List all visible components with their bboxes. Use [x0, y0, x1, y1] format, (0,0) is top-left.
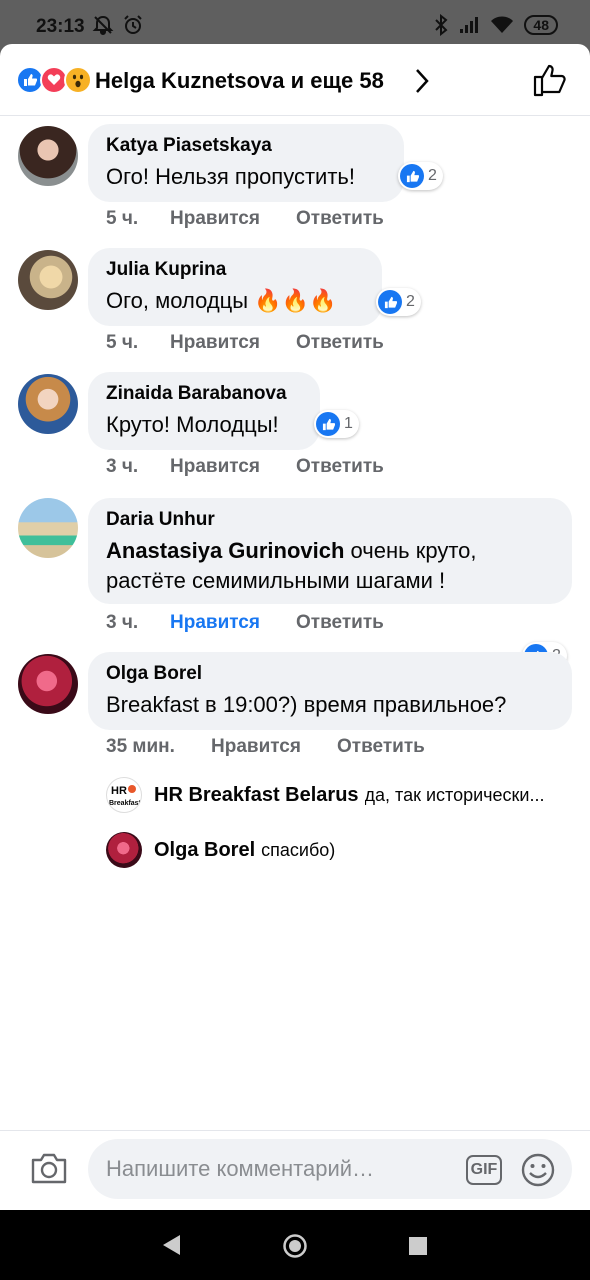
- comment-bubble[interactable]: Daria Unhur Anastasiya Gurinovich очень …: [88, 498, 572, 604]
- chevron-right-icon[interactable]: [412, 66, 432, 96]
- emoji-icon[interactable]: [520, 1152, 556, 1188]
- signal-icon: [460, 17, 479, 33]
- comment-author[interactable]: Zinaida Barabanova: [106, 382, 302, 406]
- comment-author[interactable]: Julia Kuprina: [106, 258, 364, 282]
- comment-text: Круто! Молодцы!: [106, 412, 279, 437]
- reply-author[interactable]: HR Breakfast Belarus: [154, 784, 359, 807]
- home-icon[interactable]: [282, 1233, 308, 1259]
- system-icons: 48: [434, 14, 558, 36]
- comment-bubble[interactable]: Katya Piasetskaya Ого! Нельзя пропустить…: [88, 124, 404, 202]
- hr-breakfast-logo: HR Breakfast: [109, 785, 141, 807]
- status-time: 23:13: [36, 16, 85, 37]
- comment-bubble[interactable]: Olga Borel Breakfast в 19:00?) время пра…: [88, 652, 572, 730]
- reaction-icons: [16, 66, 92, 94]
- comment-bubble[interactable]: Zinaida Barabanova Круто! Молодцы!: [88, 372, 320, 450]
- comment-author[interactable]: Olga Borel: [106, 662, 554, 686]
- avatar[interactable]: [18, 654, 78, 714]
- recents-icon[interactable]: [408, 1236, 428, 1256]
- bell-off-icon: [92, 15, 114, 35]
- comment-time: 5 ч.: [106, 208, 139, 229]
- alarm-icon: [124, 15, 142, 34]
- wifi-icon: [491, 16, 514, 33]
- reactions-title[interactable]: Helga Kuznetsova и еще 58: [95, 68, 384, 94]
- avatar[interactable]: [18, 250, 78, 310]
- battery-indicator: 48: [524, 15, 558, 35]
- like-button[interactable]: Нравится: [170, 208, 296, 230]
- comment-text: Breakfast в 19:00?) время правильное?: [106, 692, 507, 717]
- reply-text: спасибо): [261, 839, 336, 860]
- svg-text:Breakfast: Breakfast: [109, 800, 141, 807]
- comment-author[interactable]: Daria Unhur: [106, 508, 554, 532]
- camera-icon[interactable]: [30, 1151, 68, 1185]
- bluetooth-icon: [435, 14, 448, 36]
- like-reaction-icon: [400, 164, 424, 188]
- comment-composer: GIF: [0, 1130, 590, 1210]
- comment-time: 5 ч.: [106, 332, 139, 353]
- comment-text: Anastasiya Gurinovich очень круто, растё…: [106, 536, 554, 596]
- like-reaction-icon: [378, 290, 402, 314]
- mention-link[interactable]: Anastasiya Gurinovich: [106, 538, 344, 563]
- wow-reaction-icon: [64, 66, 92, 94]
- avatar[interactable]: [18, 126, 78, 186]
- reply-button[interactable]: Ответить: [296, 208, 384, 230]
- comment-time: 3 ч.: [106, 612, 139, 633]
- system-nav-bar: [0, 1210, 590, 1280]
- reply-text: да, так исторически...: [364, 784, 545, 805]
- comment-text: Ого, молодцы 🔥🔥🔥: [106, 288, 337, 313]
- comment-time: 3 ч.: [106, 456, 139, 477]
- avatar: HR Breakfast: [106, 777, 142, 813]
- comment-actions: 3 ч. Нравится Ответить: [106, 456, 384, 478]
- reactions-header[interactable]: Helga Kuznetsova и еще 58: [0, 44, 590, 116]
- avatar[interactable]: [18, 498, 78, 558]
- reply-preview[interactable]: Olga Borel спасибо): [106, 832, 335, 868]
- like-button[interactable]: Нравится: [170, 612, 296, 634]
- avatar[interactable]: [18, 374, 78, 434]
- reply-button[interactable]: Ответить: [296, 612, 384, 634]
- gif-button[interactable]: GIF: [466, 1155, 502, 1185]
- notification-icons: [92, 14, 144, 36]
- reply-preview[interactable]: HR Breakfast HR Breakfast Belarus да, так…: [106, 777, 544, 813]
- reaction-count-badge[interactable]: 1: [314, 410, 359, 438]
- reaction-count: 2: [406, 293, 415, 310]
- reply-button[interactable]: Ответить: [296, 456, 384, 478]
- reaction-count-badge[interactable]: 2: [376, 288, 421, 316]
- like-reaction-icon: [316, 412, 340, 436]
- reply-author[interactable]: Olga Borel: [154, 839, 255, 862]
- svg-text:HR: HR: [111, 785, 127, 797]
- reaction-count: 1: [344, 415, 353, 432]
- reaction-count: 2: [428, 167, 437, 184]
- thumbs-up-icon[interactable]: [532, 62, 568, 98]
- comment-text: Ого! Нельзя пропустить!: [106, 164, 355, 189]
- comment-actions: 5 ч. Нравится Ответить: [106, 332, 384, 354]
- like-button[interactable]: Нравится: [211, 736, 337, 758]
- comment-actions: 5 ч. Нравится Ответить: [106, 208, 384, 230]
- avatar: [106, 832, 142, 868]
- back-icon[interactable]: [160, 1233, 182, 1257]
- reply-button[interactable]: Ответить: [296, 332, 384, 354]
- comments-sheet: Helga Kuznetsova и еще 58 Katya Piasetsk…: [0, 44, 590, 1210]
- comment-bubble[interactable]: Julia Kuprina Ого, молодцы 🔥🔥🔥: [88, 248, 382, 326]
- comment-author[interactable]: Katya Piasetskaya: [106, 134, 386, 158]
- reply-button[interactable]: Ответить: [337, 736, 425, 758]
- comment-time: 35 мин.: [106, 736, 175, 757]
- like-button[interactable]: Нравится: [170, 332, 296, 354]
- comment-actions: 3 ч. Нравится Ответить: [106, 612, 384, 634]
- reaction-count-badge[interactable]: 2: [398, 162, 443, 190]
- comment-actions: 35 мин. Нравится Ответить: [106, 736, 425, 758]
- like-button[interactable]: Нравится: [170, 456, 296, 478]
